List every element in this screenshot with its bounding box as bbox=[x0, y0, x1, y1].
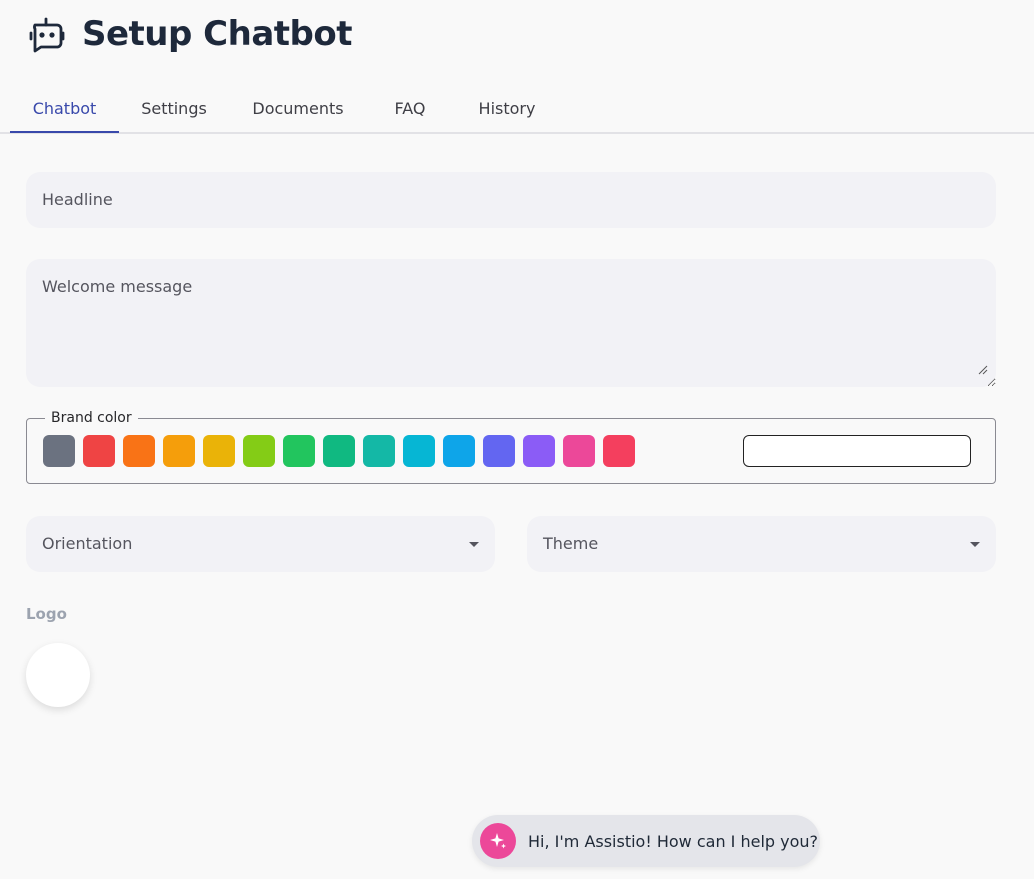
theme-select[interactable]: Theme bbox=[527, 516, 996, 572]
color-swatch-8[interactable] bbox=[323, 435, 355, 467]
tab-history[interactable]: History bbox=[462, 84, 552, 132]
color-swatch-13[interactable] bbox=[523, 435, 555, 467]
color-swatch-10[interactable] bbox=[403, 435, 435, 467]
color-swatch-12[interactable] bbox=[483, 435, 515, 467]
color-swatch-15[interactable] bbox=[603, 435, 635, 467]
color-swatch-7[interactable] bbox=[283, 435, 315, 467]
tab-faq[interactable]: FAQ bbox=[372, 84, 448, 132]
color-swatches bbox=[43, 435, 635, 467]
brand-color-legend: Brand color bbox=[45, 410, 138, 426]
chat-widget-message: Hi, I'm Assistio! How can I help you? bbox=[528, 831, 819, 851]
tab-documents[interactable]: Documents bbox=[236, 84, 360, 132]
sparkle-icon bbox=[480, 823, 516, 859]
orientation-select[interactable]: Orientation bbox=[26, 516, 495, 572]
color-swatch-2[interactable] bbox=[83, 435, 115, 467]
color-swatch-4[interactable] bbox=[163, 435, 195, 467]
chat-widget-bubble[interactable]: Hi, I'm Assistio! How can I help you? bbox=[472, 815, 820, 867]
brand-color-fieldset: Brand color bbox=[26, 410, 996, 484]
page-title: Setup Chatbot bbox=[82, 14, 352, 54]
tab-settings[interactable]: Settings bbox=[126, 84, 222, 132]
welcome-message-textarea[interactable] bbox=[26, 259, 996, 387]
resize-grip-icon[interactable] bbox=[978, 360, 988, 379]
theme-label: Theme bbox=[543, 534, 599, 553]
tab-chatbot[interactable]: Chatbot bbox=[10, 84, 119, 133]
robot-icon bbox=[26, 14, 66, 54]
color-swatch-1[interactable] bbox=[43, 435, 75, 467]
headline-input[interactable] bbox=[26, 172, 996, 228]
headline-field[interactable]: Headline bbox=[26, 172, 996, 228]
tab-bar: Chatbot Settings Documents FAQ History bbox=[0, 84, 1034, 134]
dropdown-caret-icon bbox=[970, 542, 980, 547]
orientation-label: Orientation bbox=[42, 534, 133, 553]
logo-label: Logo bbox=[26, 605, 67, 623]
page-header: Setup Chatbot bbox=[26, 14, 352, 54]
dropdown-caret-icon bbox=[469, 542, 479, 547]
welcome-message-field[interactable]: Welcome message bbox=[26, 259, 996, 387]
color-swatch-14[interactable] bbox=[563, 435, 595, 467]
color-swatch-11[interactable] bbox=[443, 435, 475, 467]
color-swatch-3[interactable] bbox=[123, 435, 155, 467]
logo-upload[interactable] bbox=[26, 643, 90, 707]
color-swatch-9[interactable] bbox=[363, 435, 395, 467]
color-swatch-5[interactable] bbox=[203, 435, 235, 467]
setup-chatbot-page: Setup Chatbot Chatbot Settings Documents… bbox=[0, 0, 1034, 879]
brand-color-input[interactable] bbox=[743, 435, 971, 467]
color-swatch-6[interactable] bbox=[243, 435, 275, 467]
